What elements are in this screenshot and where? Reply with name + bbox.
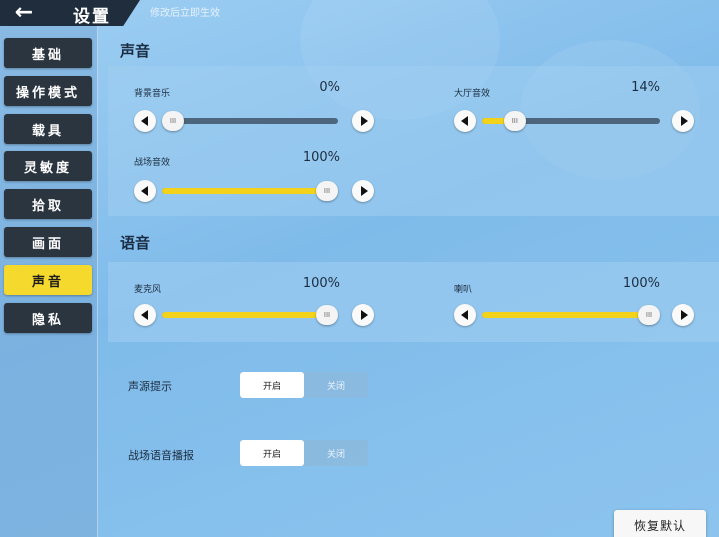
sound-source-hint-toggle[interactable]: 开启 关闭 <box>240 372 368 398</box>
sidebar-item-label: 画面 <box>31 236 64 252</box>
sidebar-item-label: 拾取 <box>31 198 64 214</box>
sidebar-item-label: 灵敏度 <box>23 160 72 176</box>
arrow-left-icon <box>460 310 468 320</box>
voice-section-title: 语音 <box>120 234 151 252</box>
lobby-sound-value: 14% <box>631 80 660 95</box>
bgm-increase-button[interactable] <box>352 110 374 132</box>
arrow-right-icon <box>360 116 368 126</box>
sidebar-item-sensitivity[interactable]: 灵敏度 <box>4 151 92 181</box>
mic-slider-fill <box>162 312 327 318</box>
voice-panel <box>108 262 719 342</box>
arrow-left-icon <box>140 116 148 126</box>
battle-voice-broadcast-toggle[interactable]: 开启 关闭 <box>240 440 368 466</box>
speaker-decrease-button[interactable] <box>454 304 476 326</box>
lobby-sound-slider[interactable]: III <box>482 111 660 131</box>
speaker-slider-fill <box>482 312 649 318</box>
sidebar-item-label: 声音 <box>31 274 64 290</box>
lobby-sound-decrease-button[interactable] <box>454 110 476 132</box>
battle-voice-broadcast-on-option[interactable]: 开启 <box>240 440 304 466</box>
battle-voice-broadcast-label: 战场语音播报 <box>128 449 194 462</box>
sound-source-hint-label: 声源提示 <box>128 380 172 393</box>
battle-sound-value: 100% <box>302 150 340 165</box>
battle-sound-slider-thumb[interactable]: III <box>316 181 338 201</box>
battle-sound-slider[interactable]: III <box>162 181 338 201</box>
bgm-slider[interactable]: III <box>162 111 338 131</box>
mic-label: 麦克风 <box>134 285 162 295</box>
battle-voice-broadcast-off-option[interactable]: 关闭 <box>304 440 368 466</box>
sidebar-item-control-mode[interactable]: 操作模式 <box>4 76 92 106</box>
battle-sound-label: 战场音效 <box>134 158 171 168</box>
sidebar-item-basic[interactable]: 基础 <box>4 38 92 68</box>
arrow-left-icon <box>140 186 148 196</box>
sidebar-item-label: 操作模式 <box>15 85 80 101</box>
sidebar-item-sound[interactable]: 声音 <box>4 265 92 295</box>
arrow-right-icon <box>680 310 688 320</box>
mic-increase-button[interactable] <box>352 304 374 326</box>
arrow-left-icon <box>460 116 468 126</box>
sound-section-title: 声音 <box>120 42 151 60</box>
mic-decrease-button[interactable] <box>134 304 156 326</box>
lobby-sound-slider-thumb[interactable]: III <box>503 111 526 131</box>
lobby-sound-increase-button[interactable] <box>672 110 694 132</box>
arrow-right-icon <box>360 186 368 196</box>
bgm-decrease-button[interactable] <box>134 110 156 132</box>
bgm-slider-thumb[interactable]: III <box>162 111 184 131</box>
back-arrow-icon[interactable]: ← <box>4 0 44 25</box>
page-subtitle: 修改后立即生效 <box>150 8 220 19</box>
arrow-right-icon <box>360 310 368 320</box>
bgm-value: 0% <box>319 80 340 95</box>
bgm-label: 背景音乐 <box>134 89 171 99</box>
sidebar-item-vehicle[interactable]: 载具 <box>4 114 92 144</box>
sound-source-hint-off-option[interactable]: 关闭 <box>304 372 368 398</box>
lobby-sound-label: 大厅音效 <box>454 89 491 99</box>
speaker-slider[interactable]: III <box>482 305 660 325</box>
arrow-left-icon <box>140 310 148 320</box>
sidebar-item-graphics[interactable]: 画面 <box>4 227 92 257</box>
speaker-value: 100% <box>622 276 660 291</box>
speaker-label: 喇叭 <box>454 285 473 295</box>
arrow-right-icon <box>680 116 688 126</box>
mic-slider-thumb[interactable]: III <box>316 305 338 325</box>
mic-slider[interactable]: III <box>162 305 338 325</box>
sidebar-item-label: 基础 <box>31 47 64 63</box>
mic-value: 100% <box>302 276 340 291</box>
battle-sound-decrease-button[interactable] <box>134 180 156 202</box>
sidebar-item-label: 载具 <box>31 123 64 139</box>
battle-sound-slider-fill <box>162 188 327 194</box>
sound-source-hint-on-option[interactable]: 开启 <box>240 372 304 398</box>
sidebar-item-privacy[interactable]: 隐私 <box>4 303 92 333</box>
battle-sound-increase-button[interactable] <box>352 180 374 202</box>
page-title: 设置 <box>73 7 111 27</box>
sidebar-item-label: 隐私 <box>31 312 64 328</box>
restore-defaults-button[interactable]: 恢复默认 <box>614 510 706 537</box>
sidebar-item-pickup[interactable]: 拾取 <box>4 189 92 219</box>
speaker-slider-thumb[interactable]: III <box>638 305 660 325</box>
speaker-increase-button[interactable] <box>672 304 694 326</box>
